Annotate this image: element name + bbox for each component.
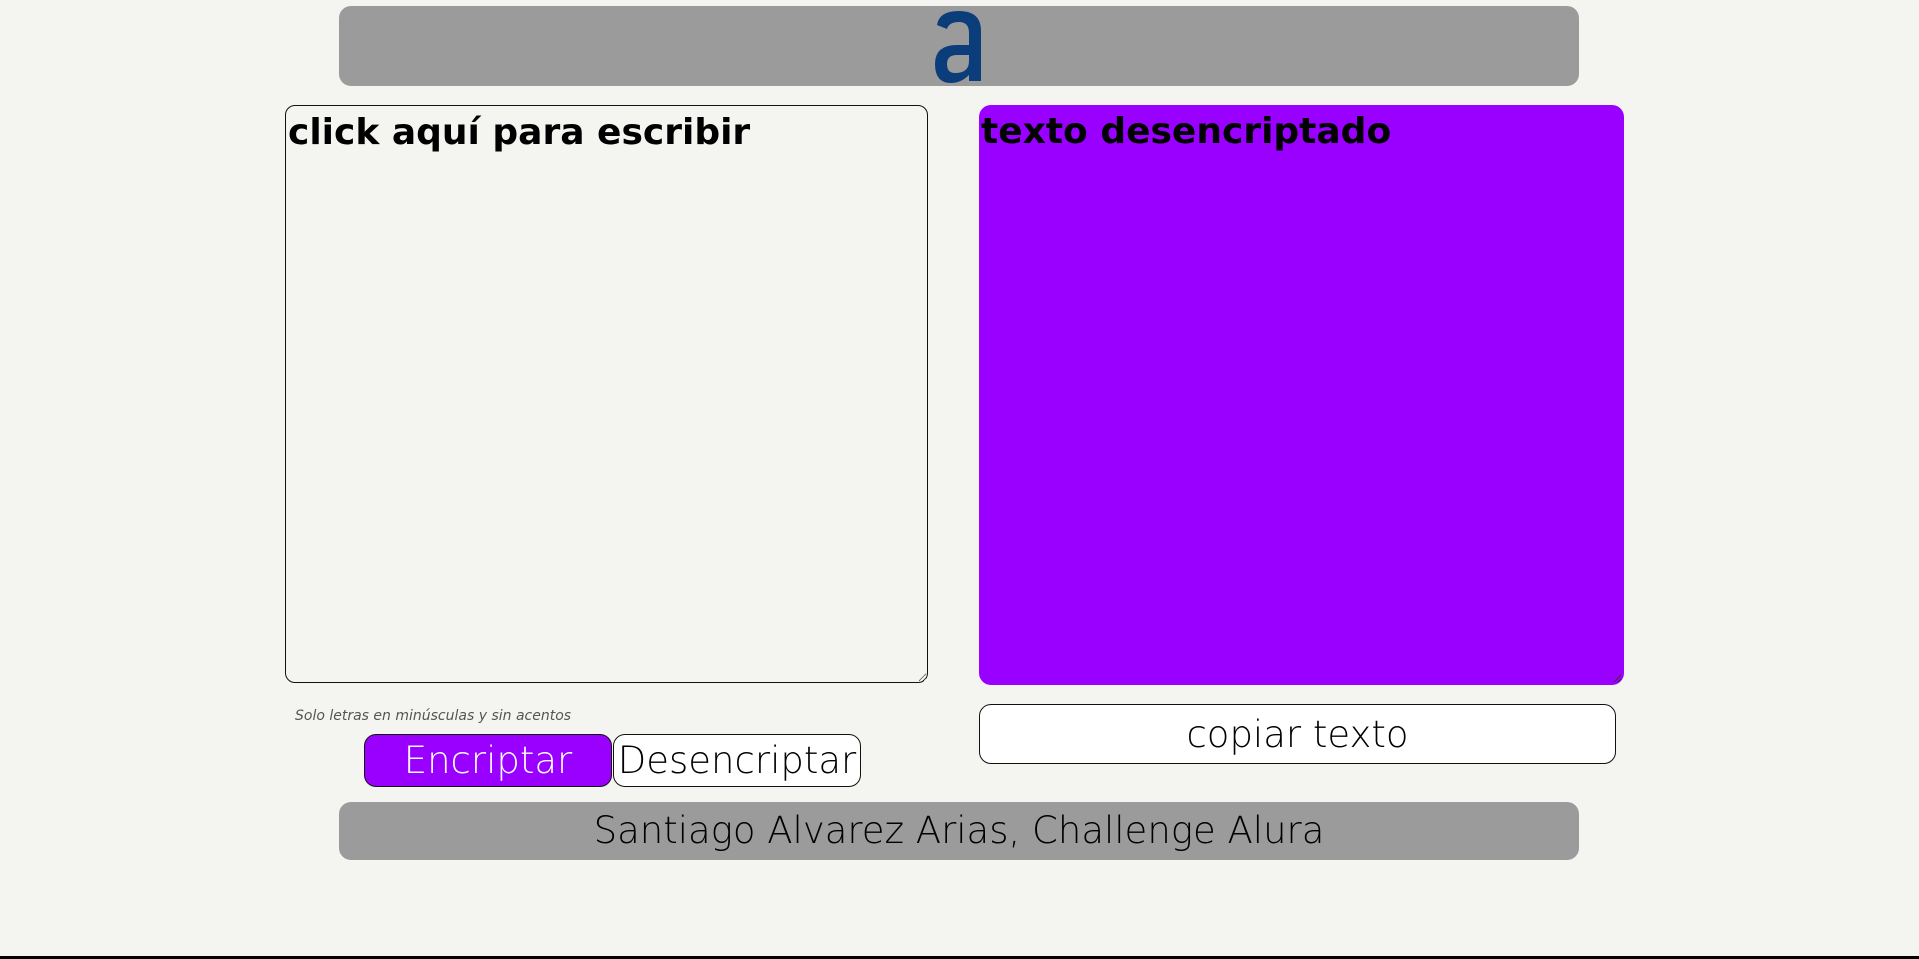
copy-text-button[interactable]: copiar texto: [979, 704, 1616, 764]
output-text: texto desencriptado: [981, 111, 1392, 152]
encrypt-button[interactable]: Encriptar: [364, 734, 612, 787]
output-panel: texto desencriptado: [979, 105, 1624, 685]
input-text-area[interactable]: [285, 105, 928, 683]
footer-credit-text: Santiago Alvarez Arias, Challenge Alura: [593, 809, 1325, 852]
input-hint-text: Solo letras en minúsculas y sin acentos: [295, 708, 572, 724]
decrypt-button[interactable]: Desencriptar: [613, 734, 861, 787]
resize-grip-icon[interactable]: [1612, 673, 1622, 683]
alura-logo-icon: [935, 11, 981, 83]
footer-bar: Santiago Alvarez Arias, Challenge Alura: [339, 802, 1579, 860]
